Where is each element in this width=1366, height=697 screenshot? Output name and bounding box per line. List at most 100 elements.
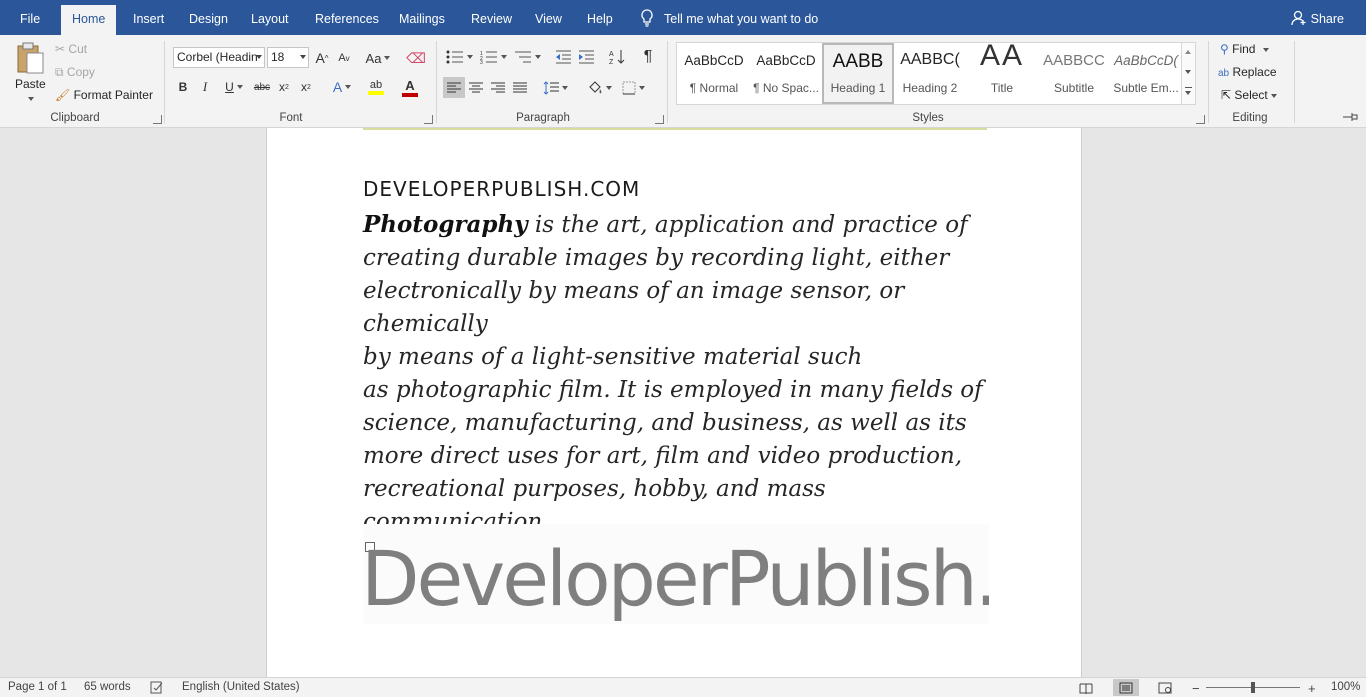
document-heading[interactable]: DEVELOPERPUBLISH.COM — [363, 177, 640, 201]
body-text: is the art, application and practice of … — [363, 212, 983, 535]
style-no-spacing[interactable]: AaBbCcD ¶ No Spac... — [750, 43, 822, 104]
borders-button[interactable] — [618, 77, 648, 98]
body-paragraph[interactable]: Photography is the art, application and … — [363, 208, 993, 539]
find-button[interactable]: ⚲ Find — [1220, 42, 1270, 56]
page-count[interactable]: Page 1 of 1 — [8, 681, 67, 693]
justify-button[interactable] — [510, 77, 530, 98]
tab-file[interactable]: File — [9, 5, 51, 35]
text-effects-button[interactable]: A — [329, 77, 355, 97]
underline-button[interactable]: U — [219, 77, 249, 97]
chevron-up-icon[interactable] — [1185, 50, 1191, 54]
style-subtitle[interactable]: AABBCC Subtitle — [1038, 43, 1110, 104]
chevron-down-icon — [500, 55, 507, 59]
cursor-arrow-icon: ⇱ — [1221, 88, 1232, 102]
tab-design[interactable]: Design — [178, 5, 239, 35]
paste-label[interactable]: Paste — [15, 77, 46, 91]
bullets-button[interactable] — [444, 47, 474, 67]
proofing-icon[interactable] — [150, 681, 164, 697]
zoom-in-button[interactable]: + — [1308, 681, 1316, 696]
format-painter-button[interactable]: 🖌 Format Painter — [55, 88, 153, 102]
inserted-image[interactable]: DeveloperPublish.com — [363, 524, 989, 624]
shading-button[interactable] — [584, 77, 614, 98]
ribbon-tab-bar: File Home Insert Design Layout Reference… — [0, 0, 1366, 35]
clipboard-launcher-icon[interactable] — [153, 115, 162, 124]
tab-layout[interactable]: Layout — [240, 5, 300, 35]
tab-home[interactable]: Home — [61, 5, 117, 35]
document-page[interactable]: DEVELOPERPUBLISH.COM Photography is the … — [266, 128, 1082, 677]
font-launcher-icon[interactable] — [424, 115, 433, 124]
share-button[interactable]: Share — [1290, 0, 1344, 35]
paragraph-group-label: Paragraph — [516, 112, 570, 124]
superscript-button[interactable]: x2 — [298, 77, 314, 97]
copy-label: Copy — [66, 65, 95, 79]
read-mode-button[interactable] — [1073, 679, 1099, 696]
style-name: Subtle Em... — [1113, 81, 1179, 95]
copy-button[interactable]: ⧉ Copy — [55, 65, 95, 80]
collapse-ribbon-button[interactable] — [1340, 110, 1360, 124]
paste-dropdown-icon[interactable] — [28, 97, 34, 101]
web-layout-button[interactable] — [1152, 679, 1178, 696]
align-left-button[interactable] — [443, 77, 465, 98]
font-name-combo[interactable]: Corbel (Headin — [173, 47, 265, 68]
replace-button[interactable]: ab Replace — [1218, 65, 1277, 79]
clear-formatting-button[interactable]: ⌫ — [406, 48, 426, 68]
style-normal[interactable]: AaBbCcD ¶ Normal — [678, 43, 750, 104]
subscript-button[interactable]: x2 — [276, 77, 292, 97]
italic-button[interactable]: I — [197, 77, 213, 97]
shrink-font-icon: A — [338, 52, 346, 64]
sort-button[interactable]: AZ — [607, 47, 627, 67]
grow-font-button[interactable]: A ^ — [313, 48, 331, 68]
style-heading-1[interactable]: AABB Heading 1 — [822, 43, 894, 104]
style-subtle-emphasis[interactable]: AaBbCcD( Subtle Em... — [1110, 43, 1182, 104]
styles-launcher-icon[interactable] — [1196, 115, 1205, 124]
font-color-button[interactable]: A — [395, 77, 425, 97]
borders-icon — [622, 81, 635, 94]
zoom-level[interactable]: 100% — [1331, 681, 1360, 693]
paste-button[interactable] — [12, 40, 48, 76]
tab-help[interactable]: Help — [576, 5, 624, 35]
tell-me-search[interactable]: Tell me what you want to do — [640, 0, 818, 35]
paragraph-launcher-icon[interactable] — [655, 115, 664, 124]
align-center-button[interactable] — [466, 77, 486, 98]
align-right-button[interactable] — [488, 77, 508, 98]
pilcrow-icon: ¶ — [643, 48, 653, 65]
language-status[interactable]: English (United States) — [182, 681, 300, 693]
print-layout-button[interactable] — [1113, 679, 1139, 696]
zoom-slider-thumb[interactable] — [1251, 682, 1255, 693]
document-canvas[interactable]: DEVELOPERPUBLISH.COM Photography is the … — [0, 128, 1366, 677]
style-heading-2[interactable]: AABBC( Heading 2 — [894, 43, 966, 104]
change-case-button[interactable]: Aa — [363, 48, 393, 68]
style-title[interactable]: AA Title — [966, 39, 1038, 104]
cut-button[interactable]: ✂ Cut — [55, 42, 87, 56]
chevron-down-icon[interactable] — [1185, 70, 1191, 74]
shrink-font-button[interactable]: Av — [335, 48, 353, 68]
show-formatting-button[interactable]: ¶ — [638, 47, 658, 67]
styles-gallery-scroll[interactable] — [1181, 43, 1195, 104]
tab-references[interactable]: References — [304, 5, 390, 35]
zoom-out-button[interactable]: − — [1192, 681, 1200, 696]
increase-indent-button[interactable] — [576, 47, 596, 67]
tab-view[interactable]: View — [524, 5, 573, 35]
replace-label: Replace — [1232, 65, 1277, 79]
align-center-icon — [469, 82, 483, 92]
style-preview: AaBbCcD — [684, 53, 744, 68]
numbering-button[interactable]: 123 — [478, 47, 508, 67]
highlight-color-button[interactable]: ab — [360, 77, 392, 97]
highlighter-icon: ab — [369, 79, 383, 91]
word-count[interactable]: 65 words — [84, 681, 131, 693]
line-spacing-button[interactable] — [540, 77, 570, 98]
bold-button[interactable]: B — [175, 77, 191, 97]
multilevel-list-button[interactable] — [512, 47, 542, 67]
strikethrough-button[interactable]: abc — [252, 77, 272, 97]
find-label: Find — [1232, 42, 1256, 56]
more-styles-icon[interactable] — [1185, 91, 1191, 95]
decrease-indent-button[interactable] — [553, 47, 573, 67]
tab-insert[interactable]: Insert — [122, 5, 175, 35]
font-size-combo[interactable]: 18 — [267, 47, 309, 68]
chevron-down-icon — [256, 55, 262, 59]
style-preview: AaBbCcD — [756, 53, 816, 68]
select-button[interactable]: ⇱ Select — [1221, 88, 1277, 102]
tab-review[interactable]: Review — [460, 5, 523, 35]
grow-font-icon: A — [315, 50, 325, 66]
tab-mailings[interactable]: Mailings — [388, 5, 456, 35]
